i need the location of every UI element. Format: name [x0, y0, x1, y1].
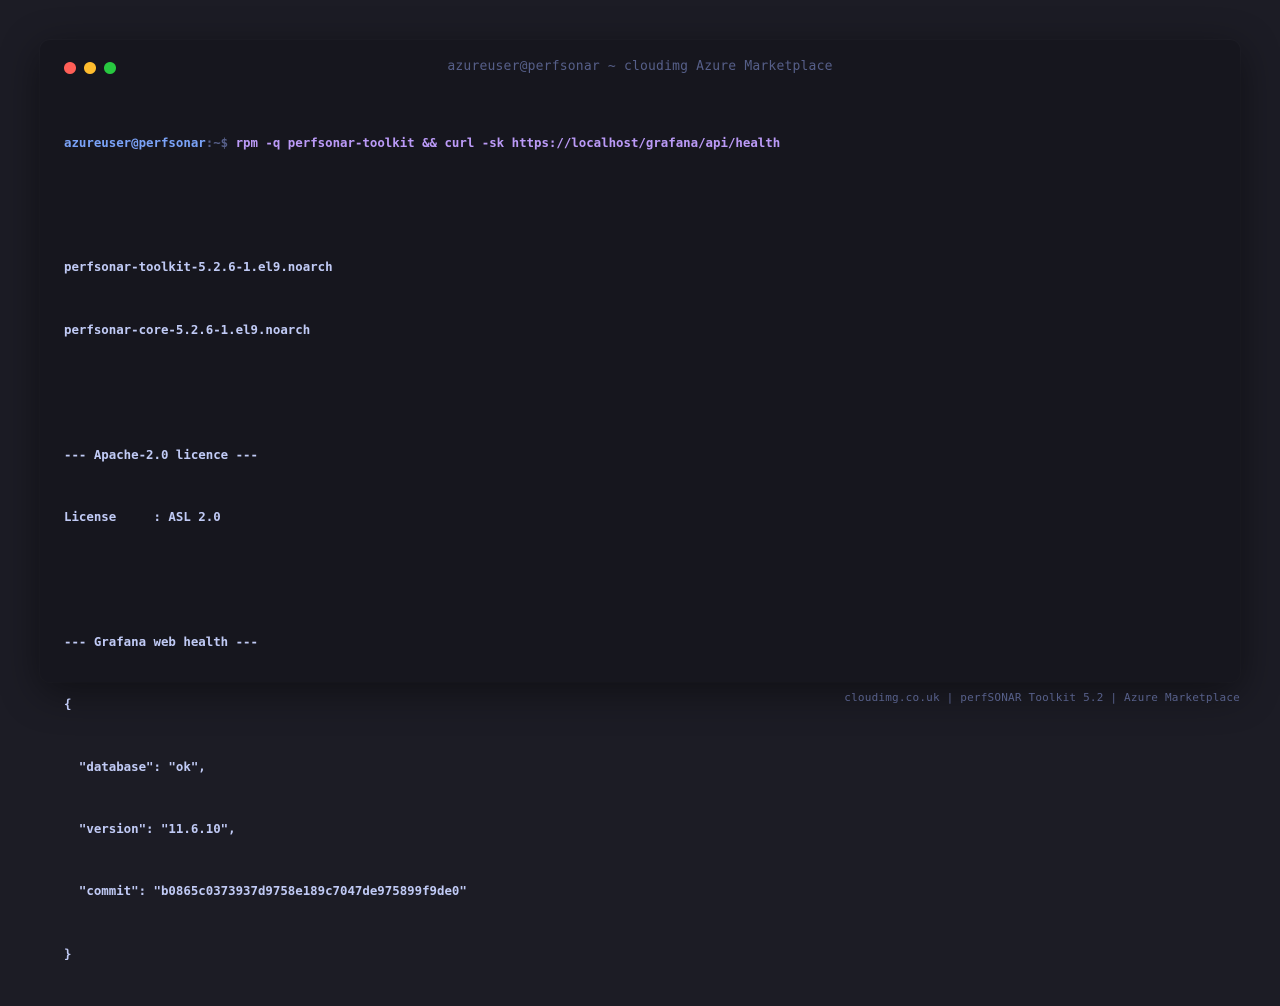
output-line: "commit": "b0865c0373937d9758e189c7047de… [64, 883, 467, 899]
title-bar: azureuser@perfsonar ~ cloudimg Azure Mar… [40, 40, 1240, 96]
footer-caption: cloudimg.co.uk | perfSONAR Toolkit 5.2 |… [844, 691, 1240, 704]
terminal-output[interactable]: azureuser@perfsonar:~$ rpm -q perfsonar-… [64, 91, 1216, 1006]
window-title: azureuser@perfsonar ~ cloudimg Azure Mar… [447, 59, 833, 74]
output-line: "database": "ok", [64, 758, 206, 774]
prompt-line: azureuser@perfsonar:~$ rpm -q perfsonar-… [64, 133, 1216, 154]
output-line: perfsonar-core-5.2.6-1.el9.noarch [64, 321, 311, 337]
prompt-user: azureuser@perfsonar [64, 134, 206, 150]
output-line: --- Apache-2.0 licence --- [64, 446, 258, 462]
terminal-window: azureuser@perfsonar ~ cloudimg Azure Mar… [40, 40, 1240, 961]
output-line: --- Grafana web health --- [64, 633, 258, 649]
output-line: "version": "11.6.10", [64, 820, 236, 836]
command-text: rpm -q perfsonar-toolkit && curl -sk htt… [235, 134, 781, 150]
output-line: } [64, 945, 72, 961]
prompt-path: :~$ [205, 134, 236, 150]
output-line: License : ASL 2.0 [64, 508, 221, 524]
output-line: perfsonar-toolkit-5.2.6-1.el9.noarch [64, 259, 333, 275]
